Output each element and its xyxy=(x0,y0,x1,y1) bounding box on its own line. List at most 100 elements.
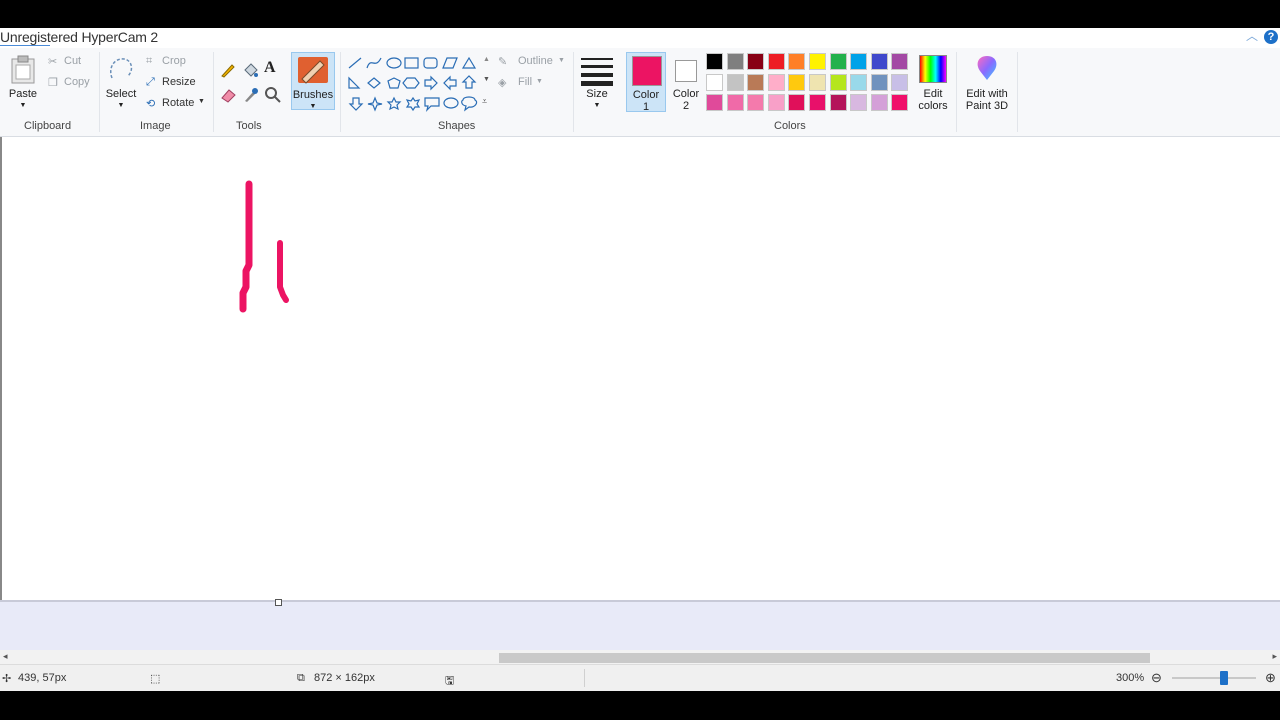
clipboard-group-label: Clipboard xyxy=(24,120,72,132)
shapes-icons xyxy=(348,56,478,112)
palette-swatch[interactable] xyxy=(809,73,826,91)
size-label: Size xyxy=(586,88,608,100)
brushes-button[interactable]: Brushes ▼ xyxy=(291,52,335,110)
zoom-slider[interactable] xyxy=(1172,671,1256,685)
size-dropdown-icon[interactable]: ▼ xyxy=(578,100,616,112)
palette-swatch[interactable] xyxy=(829,53,847,70)
fill-dropdown-icon[interactable]: ▼ xyxy=(536,78,543,85)
palette-swatch[interactable] xyxy=(809,53,826,70)
cut-button[interactable]: ✂ Cut xyxy=(46,54,96,70)
palette-swatch[interactable] xyxy=(767,73,785,91)
palette-swatch[interactable] xyxy=(891,53,909,70)
palette-swatch[interactable] xyxy=(747,73,765,91)
size-button[interactable]: Size ▼ xyxy=(578,52,616,110)
paste-button[interactable]: Paste ▼ xyxy=(6,52,40,110)
zoom-level: 300% xyxy=(1116,672,1145,684)
zoom-out-icon[interactable]: ⊖ xyxy=(1151,670,1162,686)
palette-swatch[interactable] xyxy=(706,73,723,91)
magnifier-icon[interactable] xyxy=(264,86,282,104)
help-icon[interactable]: ? xyxy=(1264,30,1278,44)
brushes-dropdown-icon[interactable]: ▼ xyxy=(292,101,334,113)
title-underline xyxy=(0,45,50,46)
status-bar: ✢ 439, 57px ⬚ ⧉ 872 × 162px 🖫 300% ⊖ ⊕ xyxy=(0,664,1280,691)
shapes-expand-icon[interactable]: ⩡ xyxy=(482,96,487,107)
palette-swatch[interactable] xyxy=(850,53,868,70)
zoom-in-icon[interactable]: ⊕ xyxy=(1265,670,1276,686)
palette-swatch[interactable] xyxy=(870,94,888,111)
palette-swatch[interactable] xyxy=(767,94,785,111)
palette-swatch[interactable] xyxy=(850,94,868,111)
edit-with-paint3d-button[interactable]: Edit with Paint 3D xyxy=(960,52,1014,112)
palette-swatch[interactable] xyxy=(788,73,806,91)
fill-button[interactable]: ◈ Fill ▼ xyxy=(498,75,558,91)
outline-dropdown-icon[interactable]: ▼ xyxy=(558,57,565,64)
select-button[interactable]: Select ▼ xyxy=(104,52,138,110)
palette-swatch[interactable] xyxy=(870,53,888,70)
copy-icon: ❐ xyxy=(48,77,58,89)
colors-group-label: Colors xyxy=(774,120,806,132)
cursor-position-icon: ✢ xyxy=(2,673,12,685)
color1-button[interactable]: Color 1 xyxy=(626,52,666,113)
palette-swatch[interactable] xyxy=(726,73,744,91)
palette-swatch[interactable] xyxy=(829,94,847,111)
resize-icon: ⤢ xyxy=(146,76,155,88)
fill-bucket-icon[interactable] xyxy=(241,61,259,79)
palette-swatch[interactable] xyxy=(747,94,765,111)
canvas-resize-handle[interactable] xyxy=(275,599,282,606)
drawing-canvas[interactable] xyxy=(0,137,1280,600)
fill-icon: ◈ xyxy=(498,77,507,89)
color2-button[interactable]: Color 2 xyxy=(667,52,705,112)
pencil-icon[interactable] xyxy=(219,61,237,79)
recording-watermark: Unregistered HyperCam 2 xyxy=(0,29,159,45)
collapse-ribbon-icon[interactable]: ︿ xyxy=(1246,30,1258,42)
scroll-left-icon[interactable]: ◂ xyxy=(3,651,8,662)
palette-swatch[interactable] xyxy=(829,73,847,91)
palette-swatch[interactable] xyxy=(870,73,888,91)
shapes-group-label: Shapes xyxy=(438,120,476,132)
palette-swatch[interactable] xyxy=(891,73,909,91)
palette-swatch[interactable] xyxy=(706,94,723,111)
text-icon[interactable]: A xyxy=(264,59,282,77)
outline-button[interactable]: ✎ Outline ▼ xyxy=(498,54,568,70)
separator xyxy=(1017,52,1018,132)
palette-swatch[interactable] xyxy=(726,94,744,111)
color-picker-icon[interactable] xyxy=(241,86,259,104)
edit-colors-button[interactable]: Edit colors xyxy=(913,52,953,112)
rotate-icon: ⟲ xyxy=(146,98,156,110)
palette-swatch[interactable] xyxy=(809,94,826,111)
cut-label: Cut xyxy=(64,55,82,67)
scrollbar-thumb[interactable] xyxy=(499,653,1150,663)
palette-swatch[interactable] xyxy=(726,53,744,70)
file-size-icon: 🖫 xyxy=(445,675,455,687)
scroll-right-icon[interactable]: ▸ xyxy=(1272,651,1277,662)
selection-size-icon: ⬚ xyxy=(150,673,161,685)
palette-swatch[interactable] xyxy=(747,53,765,70)
status-divider xyxy=(584,669,585,687)
palette-swatch[interactable] xyxy=(850,73,868,91)
palette-swatch[interactable] xyxy=(788,94,806,111)
rotate-dropdown-icon[interactable]: ▼ xyxy=(198,98,205,105)
palette-swatch[interactable] xyxy=(788,53,806,70)
horizontal-scrollbar[interactable]: ◂ ▸ xyxy=(0,650,1280,664)
zoom-slider-thumb[interactable] xyxy=(1220,671,1229,685)
shapes-scroll-up-icon[interactable]: ▲ xyxy=(483,56,490,63)
crop-button[interactable]: ⌗ Crop xyxy=(146,54,206,70)
paint3d-icon xyxy=(977,56,997,80)
palette-swatch[interactable] xyxy=(767,53,785,70)
eraser-icon[interactable] xyxy=(219,86,237,104)
cursor-position: 439, 57px xyxy=(18,672,67,684)
paste-dropdown-icon[interactable]: ▼ xyxy=(6,100,40,112)
rotate-button[interactable]: ⟲ Rotate ▼ xyxy=(146,96,210,112)
edit-colors-line2: colors xyxy=(918,100,948,112)
palette-swatch[interactable] xyxy=(891,94,909,111)
shapes-scroll-down-icon[interactable]: ▼ xyxy=(483,76,490,83)
palette-swatch[interactable] xyxy=(706,53,723,70)
title-bar: Unregistered HyperCam 2 ︿ ? xyxy=(0,28,1280,48)
resize-button[interactable]: ⤢ Resize xyxy=(146,75,206,91)
copy-label: Copy xyxy=(64,76,90,88)
outline-label: Outline xyxy=(518,55,553,67)
copy-button[interactable]: ❐ Copy xyxy=(46,75,96,91)
select-dropdown-icon[interactable]: ▼ xyxy=(104,100,138,112)
select-label: Select xyxy=(105,88,137,100)
canvas-size-icon: ⧉ xyxy=(297,672,305,684)
